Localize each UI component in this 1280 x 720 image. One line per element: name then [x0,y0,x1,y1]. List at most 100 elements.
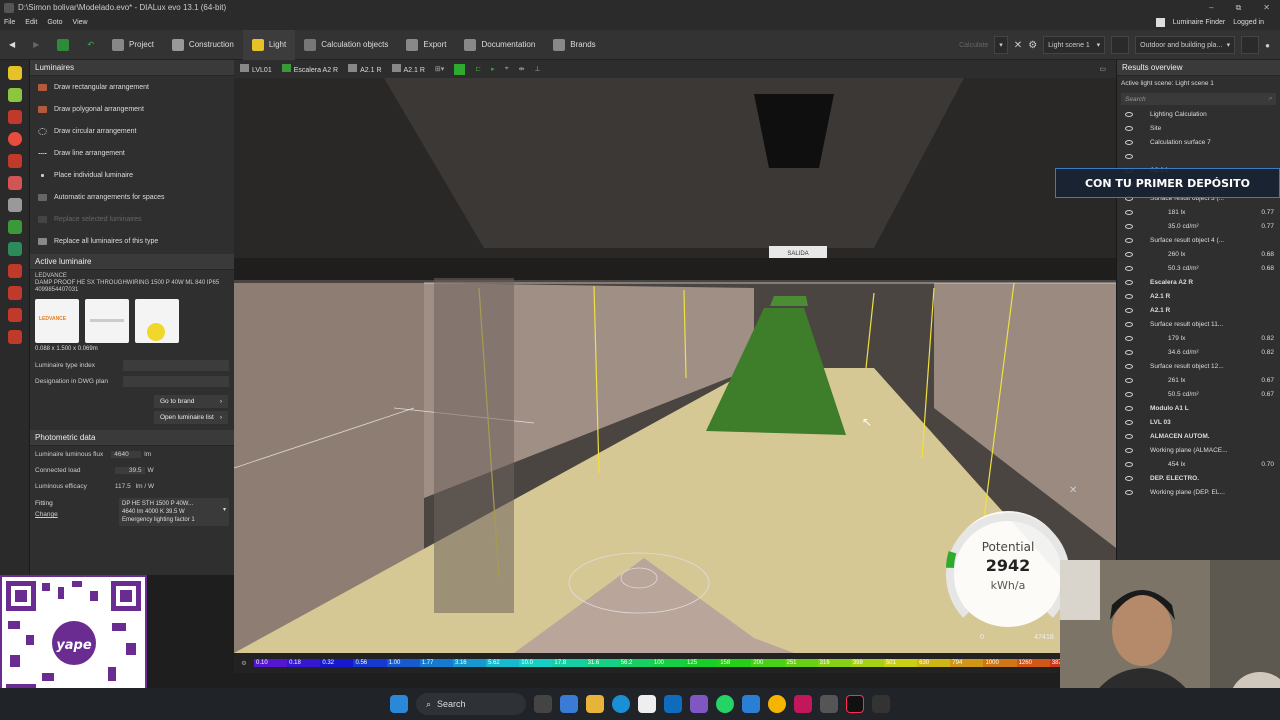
undo-button[interactable]: ↶ [78,30,103,60]
tab-light[interactable]: Light [242,29,296,60]
wrench-mode-icon[interactable] [7,198,22,212]
eye-icon[interactable] [1125,209,1133,215]
dialux-icon[interactable] [872,695,890,713]
fitting-select[interactable]: DP HE STH 1500 P 40W... 4640 lm 4000 K 3… [119,498,229,526]
eye-icon[interactable] [1125,405,1133,411]
tab-a21r[interactable]: A2.1 R [348,64,382,74]
action-circular[interactable]: Draw circular arrangement [30,120,234,142]
axis-icon[interactable]: ⊥ [535,65,541,73]
result-tree-row[interactable]: A2.1 R [1117,289,1280,303]
chrome-icon[interactable] [768,695,786,713]
result-tree-row[interactable]: LVL 03 [1117,415,1280,429]
action-automatic[interactable]: Automatic arrangements for spaces [30,186,234,208]
eye-icon[interactable] [1125,139,1133,145]
teams-icon[interactable] [690,695,708,713]
canva-icon[interactable] [794,695,812,713]
settings-icon[interactable] [820,695,838,713]
results-search-input[interactable]: Search ⌕ [1121,93,1276,105]
eye-icon[interactable] [1125,251,1133,257]
eye-icon[interactable] [1125,349,1133,355]
emergency-mode-icon[interactable] [7,154,22,168]
vscode-icon[interactable] [742,695,760,713]
eye-icon[interactable] [1125,335,1133,341]
daylight-mode-icon[interactable] [7,176,22,190]
grid-icon[interactable]: ⊞▾ [435,65,444,73]
edge-icon[interactable] [612,695,630,713]
tab-brands[interactable]: Brands [544,30,604,60]
bulb-mode-icon[interactable] [7,88,22,102]
color-mode-icon[interactable] [7,132,22,146]
menu-file[interactable]: File [4,19,15,26]
tab-calculation-objects[interactable]: Calculation objects [295,30,397,60]
result-tree-row[interactable] [1117,149,1280,163]
eye-icon[interactable] [1125,433,1133,439]
monitor-icon[interactable]: ▭ [1099,65,1106,73]
result-tree-row[interactable]: 50.3 cd/m² 0.68 [1117,261,1280,275]
dwg-field[interactable] [123,375,229,387]
save-button[interactable] [48,30,78,60]
result-tree-row[interactable]: 179 lx 0.82 [1117,331,1280,345]
scene-settings-button[interactable] [1111,36,1130,54]
scale-settings-icon[interactable]: ⚙ [234,660,254,667]
report-mode-icon[interactable] [7,308,22,322]
type-index-field[interactable] [123,359,229,371]
action-individual[interactable]: Place individual luminaire [30,164,234,186]
tab-project[interactable]: Project [103,30,163,60]
control-mode-icon[interactable] [7,330,22,344]
file-explorer-icon[interactable] [586,695,604,713]
close-icon[interactable]: ✕ [1069,485,1077,496]
eye-icon[interactable] [1125,321,1133,327]
result-tree-row[interactable]: Lighting Calculation [1117,107,1280,121]
eye-icon[interactable] [1125,125,1133,131]
eye-icon[interactable] [1125,475,1133,481]
result-tree-row[interactable]: Surface result object 12... [1117,359,1280,373]
luminaire-finder-link[interactable]: Luminaire Finder [1173,19,1226,26]
planning-mode-select[interactable]: Outdoor and building pla... ▾ [1135,36,1236,54]
product-image-thumb[interactable] [85,299,129,343]
tab-lvl01[interactable]: LVL01 [240,64,272,74]
outlook-icon[interactable] [664,695,682,713]
tab-construction[interactable]: Construction [163,30,243,60]
minimize-button[interactable]: – [1209,3,1213,13]
eye-icon[interactable] [1125,363,1133,369]
action-line[interactable]: Draw line arrangement [30,142,234,164]
result-tree-row[interactable]: Working plane (DEP. EL... [1117,485,1280,499]
store-icon[interactable] [638,695,656,713]
result-tree-row[interactable]: Working plane (ALMACE... [1117,443,1280,457]
logged-in-status[interactable]: Logged in [1233,19,1264,26]
3d-view-icon[interactable] [454,63,466,75]
tab-a21r-room[interactable]: A2.1 R [391,64,425,74]
result-tree-row[interactable]: DEP. ELECTRO. [1117,471,1280,485]
ldc-thumb[interactable] [135,299,179,343]
action-polygonal[interactable]: Draw polygonal arrangement [30,98,234,120]
close-button[interactable]: ✕ [1263,3,1270,13]
eye-icon[interactable] [1125,461,1133,467]
result-tree-row[interactable]: 261 lx 0.67 [1117,373,1280,387]
camera-mode-icon[interactable] [7,242,22,256]
eye-icon[interactable] [1125,223,1133,229]
result-tree-row[interactable]: 181 lx 0.77 [1117,205,1280,219]
play-icon[interactable]: ▸ [491,65,495,73]
scene-mode-icon[interactable] [7,286,22,300]
tab-documentation[interactable]: Documentation [455,30,544,60]
result-tree-row[interactable]: A2.1 R [1117,303,1280,317]
menu-view[interactable]: View [73,19,88,26]
eye-icon[interactable] [1125,153,1133,159]
menu-goto[interactable]: Goto [47,19,62,26]
luminaire-mode-icon[interactable] [7,66,22,80]
eye-icon[interactable] [1125,489,1133,495]
eye-icon[interactable] [1125,391,1133,397]
stop-icon[interactable]: ✕ [1014,40,1022,51]
result-tree-row[interactable]: Modulo A1 L [1117,401,1280,415]
go-to-brand-button[interactable]: Go to brand › [154,395,228,408]
result-tree-row[interactable]: 260 lx 0.68 [1117,247,1280,261]
eye-icon[interactable] [1125,307,1133,313]
result-tree-row[interactable]: ALMACEN AUTOM. [1117,429,1280,443]
brand-logo-thumb[interactable]: LEDVANCE [35,299,79,343]
gear-icon[interactable]: ⚙ [1028,40,1037,51]
calculate-button[interactable]: Calculate [959,42,988,49]
group-mode-icon[interactable] [7,220,22,234]
forward-button[interactable]: ▶ [24,30,48,60]
action-rectangular[interactable]: Draw rectangular arrangement [30,76,234,98]
result-tree-row[interactable]: 35.0 cd/m² 0.77 [1117,219,1280,233]
